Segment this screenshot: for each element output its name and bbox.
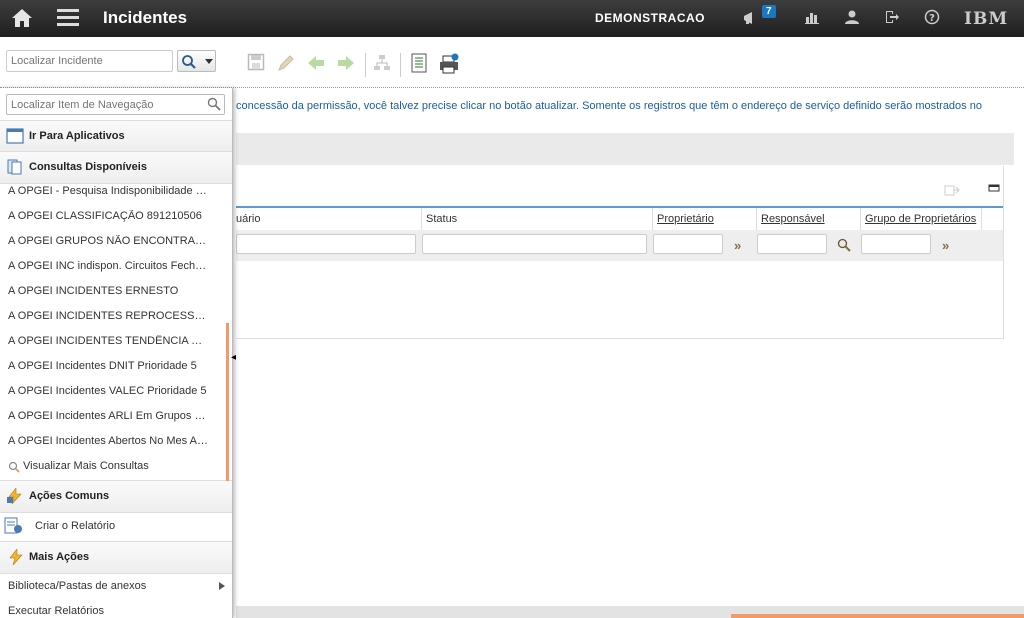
attachments-library-link[interactable]: Biblioteca/Pastas de anexos [8,580,146,592]
query-item[interactable]: A OPGEI Incidentes ARLI Em Grupos Intern… [8,410,208,422]
arrow-left-icon[interactable] [306,53,326,73]
workflow-icon[interactable] [372,53,392,73]
query-item[interactable]: A OPGEI INCIDENTES ERNESTO [8,285,208,297]
arrow-right-icon[interactable] [336,53,356,73]
query-item[interactable]: A OPGEI GRUPOS NÃO ENCONTRADOS [8,235,208,247]
table-header: uário Status Proprietário Responsável Gr… [236,206,1003,233]
goto-applications-section[interactable]: Ir Para Aplicativos [0,120,232,153]
search-icon[interactable] [207,97,221,111]
help-icon[interactable]: ? [923,9,941,27]
filter-grupo-input[interactable] [861,234,931,254]
queries-icon [7,159,22,175]
chart-icon[interactable] [803,9,821,27]
chevron-down-icon [205,59,213,64]
query-item[interactable]: A OPGEI Incidentes VALEC Prioridade 5 [8,385,208,397]
find-incident-input[interactable] [6,50,173,72]
filter-responsavel-input[interactable] [757,234,827,254]
goto-applications-label: Ir Para Aplicativos [29,130,125,142]
search-icon[interactable] [837,238,851,252]
column-header-responsavel[interactable]: Responsável [761,213,825,225]
column-header-grupo-proprietarios[interactable]: Grupo de Proprietários [865,213,976,225]
create-report-link[interactable]: Criar o Relatório [35,520,115,532]
filter-usuario-input[interactable] [236,234,416,254]
query-item[interactable]: A OPGEI INC indispon. Circuitos Fechados [8,260,208,272]
scrollbar[interactable] [226,323,229,481]
lightning-icon [9,549,23,565]
filter-row: » » [236,230,1003,261]
pencil-icon[interactable] [276,53,296,73]
list-icon[interactable] [409,53,429,73]
filter-status-input[interactable] [422,234,647,254]
user-icon[interactable] [843,9,861,27]
more-actions-label: Mais Ações [29,551,90,563]
search-dropdown-button[interactable] [177,50,216,72]
info-message: concessão da permissão, você talvez prec… [236,100,982,112]
menu-icon[interactable] [57,9,79,27]
column-header-usuario[interactable]: uário [236,213,260,225]
double-chevron-right-icon[interactable]: » [942,238,949,253]
app-header: Incidentes DEMONSTRACAO 7 ? IBM [0,0,1024,37]
ibm-logo: IBM [964,9,1009,29]
home-icon[interactable] [10,7,34,29]
available-queries-label: Consultas Disponíveis [29,161,147,173]
query-item[interactable]: A OPGEI - Pesquisa Indisponibilidade Cir… [8,185,208,197]
save-icon[interactable] [246,53,266,73]
column-header-proprietario[interactable]: Proprietário [657,213,714,225]
available-queries-section[interactable]: Consultas Disponíveis [0,151,232,184]
page-title: Incidentes [103,8,188,27]
find-nav-item-input[interactable] [6,94,225,115]
resize-handle[interactable]: ◂ [231,352,236,363]
side-navigation: Ir Para Aplicativos Consultas Disponívei… [0,88,236,618]
query-item[interactable]: A OPGEI Incidentes DNIT Prioridade 5 [8,360,208,372]
chevron-right-icon [219,582,225,590]
column-header-status[interactable]: Status [426,213,457,225]
search-icon [182,55,196,69]
common-actions-section[interactable]: Ações Comuns [0,480,232,513]
report-icon [4,517,22,534]
svg-text:?: ? [929,13,935,24]
logout-icon[interactable] [883,9,901,27]
print-icon[interactable] [438,53,459,74]
double-chevron-right-icon[interactable]: » [734,238,741,253]
query-item[interactable]: A OPGEI INCIDENTES TENDÊNCIA MENSAL [8,335,208,347]
section-bar [236,133,1014,165]
notification-badge[interactable]: 7 [762,5,776,18]
query-item[interactable]: A OPGEI CLASSIFICAÇÃO 891210506 [8,210,208,222]
view-more-queries-link[interactable]: Visualizar Mais Consultas [23,460,149,472]
more-actions-section[interactable]: Mais Ações [0,541,232,574]
query-item[interactable]: A OPGEI INCIDENTES REPROCESSADOS [8,310,208,322]
minimize-icon[interactable] [988,183,1000,193]
download-icon[interactable] [944,183,960,197]
common-actions-label: Ações Comuns [29,490,110,502]
bottom-bar [236,606,1024,618]
magnifier-icon [8,461,20,473]
toolbar [0,37,1024,88]
query-item[interactable]: A OPGEI Incidentes Abertos No Mes Atual [8,435,208,447]
lightning-icon [7,488,22,504]
run-reports-link[interactable]: Executar Relatórios [8,605,104,617]
window-icon [6,128,24,144]
megaphone-icon[interactable] [742,9,760,27]
filter-proprietario-input[interactable] [653,234,723,254]
user-name[interactable]: DEMONSTRACAO [595,11,705,25]
